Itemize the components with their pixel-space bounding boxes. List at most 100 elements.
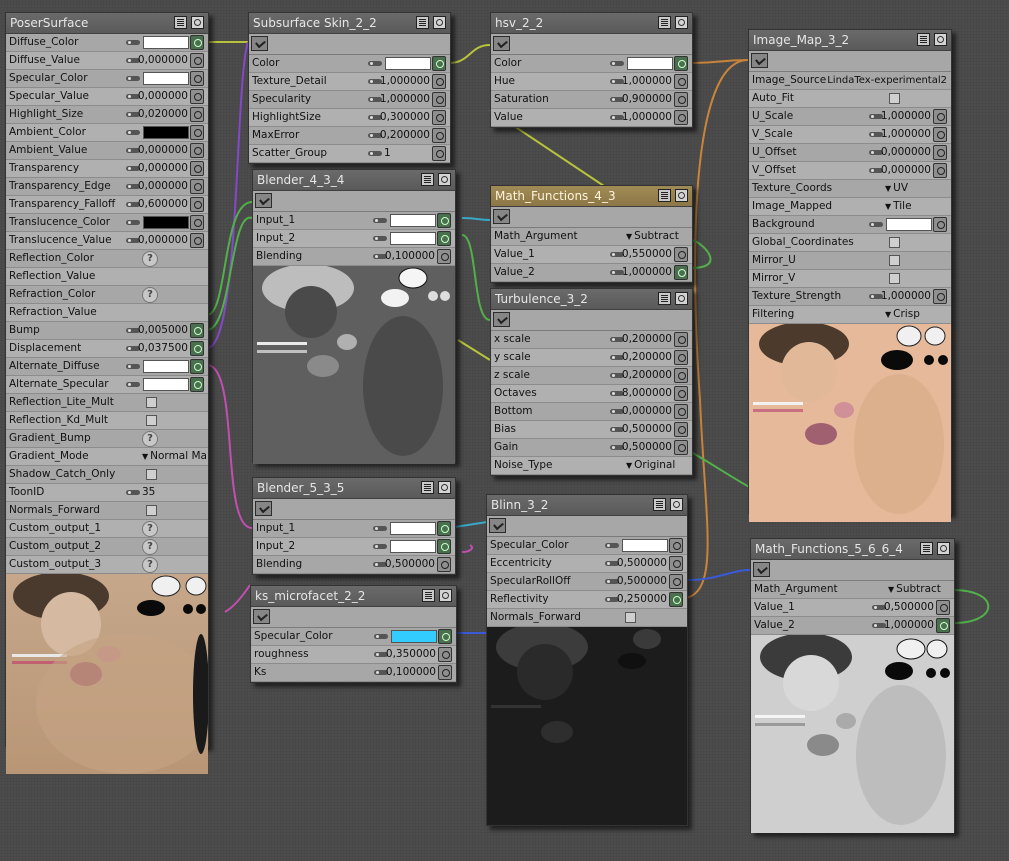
param-value-field[interactable]: 0,005000	[138, 322, 188, 339]
node-image-map[interactable]: Image_Map_3_2 Image_Source LindaTex-exper…	[748, 29, 952, 522]
input-plug-icon[interactable]	[674, 386, 688, 401]
param-row[interactable]: z scale 0,200000	[491, 367, 692, 385]
eye-icon[interactable]	[439, 589, 452, 602]
param-value-field[interactable]: 0,037500	[138, 340, 188, 357]
checkbox[interactable]	[146, 397, 157, 408]
param-row[interactable]: Input_1	[253, 212, 455, 230]
param-value-field[interactable]: 1,000000	[884, 617, 934, 634]
key-icon[interactable]	[368, 61, 382, 66]
param-row[interactable]: Custom_output_2?	[6, 538, 208, 556]
dropdown-select[interactable]: Subtract	[626, 228, 679, 245]
node-output[interactable]	[249, 34, 450, 55]
param-value-field[interactable]: 1,000000	[881, 126, 931, 143]
node-title-bar[interactable]: PoserSurface	[6, 13, 208, 34]
color-swatch[interactable]	[390, 522, 436, 535]
param-row[interactable]: Input_1	[253, 520, 455, 538]
input-plug-icon[interactable]	[437, 213, 451, 228]
param-row[interactable]: Bump 0,005000	[6, 322, 208, 340]
menu-icon[interactable]	[658, 292, 671, 305]
menu-icon[interactable]	[658, 16, 671, 29]
help-icon[interactable]: ?	[142, 251, 158, 267]
input-plug-icon[interactable]	[674, 368, 688, 383]
param-row[interactable]: Value_2 1,000000	[491, 264, 692, 282]
param-row[interactable]: Ambient_Value 0,000000	[6, 142, 208, 160]
param-value-field[interactable]: 0,500000	[622, 421, 672, 438]
param-value-field[interactable]: 0,550000	[622, 246, 672, 263]
param-row[interactable]: Reflection_Kd_Mult	[6, 412, 208, 430]
param-value-field[interactable]: 1	[384, 145, 391, 162]
menu-icon[interactable]	[416, 16, 429, 29]
node-output[interactable]	[491, 207, 692, 228]
param-row[interactable]: Math_Argument Subtract	[491, 228, 692, 246]
menu-icon[interactable]	[658, 189, 671, 202]
param-value-field[interactable]: 0,000000	[622, 403, 672, 420]
input-plug-icon[interactable]	[437, 231, 451, 246]
node-blinn[interactable]: Blinn_3_2 Specular_Color Eccentricity 0,50…	[486, 494, 688, 826]
input-plug-icon[interactable]	[933, 289, 947, 304]
input-plug-icon[interactable]	[438, 629, 452, 644]
input-plug-icon[interactable]	[674, 265, 688, 280]
key-icon[interactable]	[126, 382, 140, 387]
param-value-field[interactable]: 0,200000	[622, 349, 672, 366]
output-plug-icon[interactable]	[489, 518, 506, 533]
param-row[interactable]: Mirror_V	[749, 270, 951, 288]
menu-icon[interactable]	[174, 16, 187, 29]
input-plug-icon[interactable]	[669, 574, 683, 589]
param-row[interactable]: Reflection_Lite_Mult	[6, 394, 208, 412]
checkbox[interactable]	[889, 255, 900, 266]
param-value-field[interactable]: 0,200000	[380, 127, 430, 144]
param-value-field[interactable]: 0,300000	[380, 109, 430, 126]
param-value-field[interactable]: 0,500000	[385, 556, 435, 573]
node-math-functions-5[interactable]: Math_Functions_5_6_6_4 Math_Argument Subt…	[750, 538, 955, 833]
param-row[interactable]: Ks 0,100000	[251, 664, 456, 682]
dropdown-select[interactable]: Original	[626, 457, 675, 474]
eye-icon[interactable]	[670, 498, 683, 511]
color-swatch[interactable]	[143, 126, 189, 139]
image-source-field[interactable]: LindaTex-experimental2	[827, 72, 947, 89]
color-swatch[interactable]	[390, 232, 436, 245]
input-plug-icon[interactable]	[190, 71, 204, 86]
param-row[interactable]: Gradient_Mode Normal Ma	[6, 448, 208, 466]
menu-icon[interactable]	[920, 542, 933, 555]
param-value-field[interactable]: 0,500000	[622, 439, 672, 456]
param-row[interactable]: Global_Coordinates	[749, 234, 951, 252]
param-row[interactable]: Specular_Color	[487, 537, 687, 555]
input-plug-icon[interactable]	[674, 404, 688, 419]
node-subsurface-skin[interactable]: Subsurface Skin_2_2 Color Texture_Detail 1…	[248, 12, 451, 164]
param-row[interactable]: Reflection_Color?	[6, 250, 208, 268]
key-icon[interactable]	[126, 130, 140, 135]
param-row[interactable]: U_Offset 0,000000	[749, 144, 951, 162]
param-row[interactable]: Transparency 0,000000	[6, 160, 208, 178]
checkbox[interactable]	[146, 505, 157, 516]
eye-icon[interactable]	[675, 189, 688, 202]
key-icon[interactable]	[610, 61, 624, 66]
param-row[interactable]: roughness 0,350000	[251, 646, 456, 664]
input-plug-icon[interactable]	[674, 332, 688, 347]
param-row[interactable]: Custom_output_3?	[6, 556, 208, 574]
param-row[interactable]: Texture_Coords UV	[749, 180, 951, 198]
param-row[interactable]: Shadow_Catch_Only	[6, 466, 208, 484]
color-swatch[interactable]	[622, 539, 668, 552]
output-plug-icon[interactable]	[493, 209, 510, 224]
param-row[interactable]: Image_Source LindaTex-experimental2	[749, 72, 951, 90]
param-row[interactable]: Translucence_Value 0,000000	[6, 232, 208, 250]
param-row[interactable]: Transparency_Falloff 0,600000	[6, 196, 208, 214]
param-value-field[interactable]: 8,000000	[622, 385, 672, 402]
menu-icon[interactable]	[653, 498, 666, 511]
node-title-bar[interactable]: Turbulence_3_2	[491, 289, 692, 310]
param-row[interactable]: Blending 0,100000	[253, 248, 455, 266]
output-plug-icon[interactable]	[253, 609, 270, 624]
param-row[interactable]: Octaves 8,000000	[491, 385, 692, 403]
dropdown-select[interactable]: UV	[885, 180, 908, 197]
checkbox[interactable]	[625, 612, 636, 623]
input-plug-icon[interactable]	[432, 110, 446, 125]
menu-icon[interactable]	[421, 173, 434, 186]
dropdown-select[interactable]: Tile	[885, 198, 911, 215]
key-icon[interactable]	[126, 76, 140, 81]
param-value-field[interactable]: 0,600000	[138, 196, 188, 213]
input-plug-icon[interactable]	[432, 74, 446, 89]
param-value-field[interactable]: 0,350000	[386, 646, 436, 663]
color-swatch[interactable]	[143, 360, 189, 373]
input-plug-icon[interactable]	[190, 161, 204, 176]
node-title-bar[interactable]: Blinn_3_2	[487, 495, 687, 516]
